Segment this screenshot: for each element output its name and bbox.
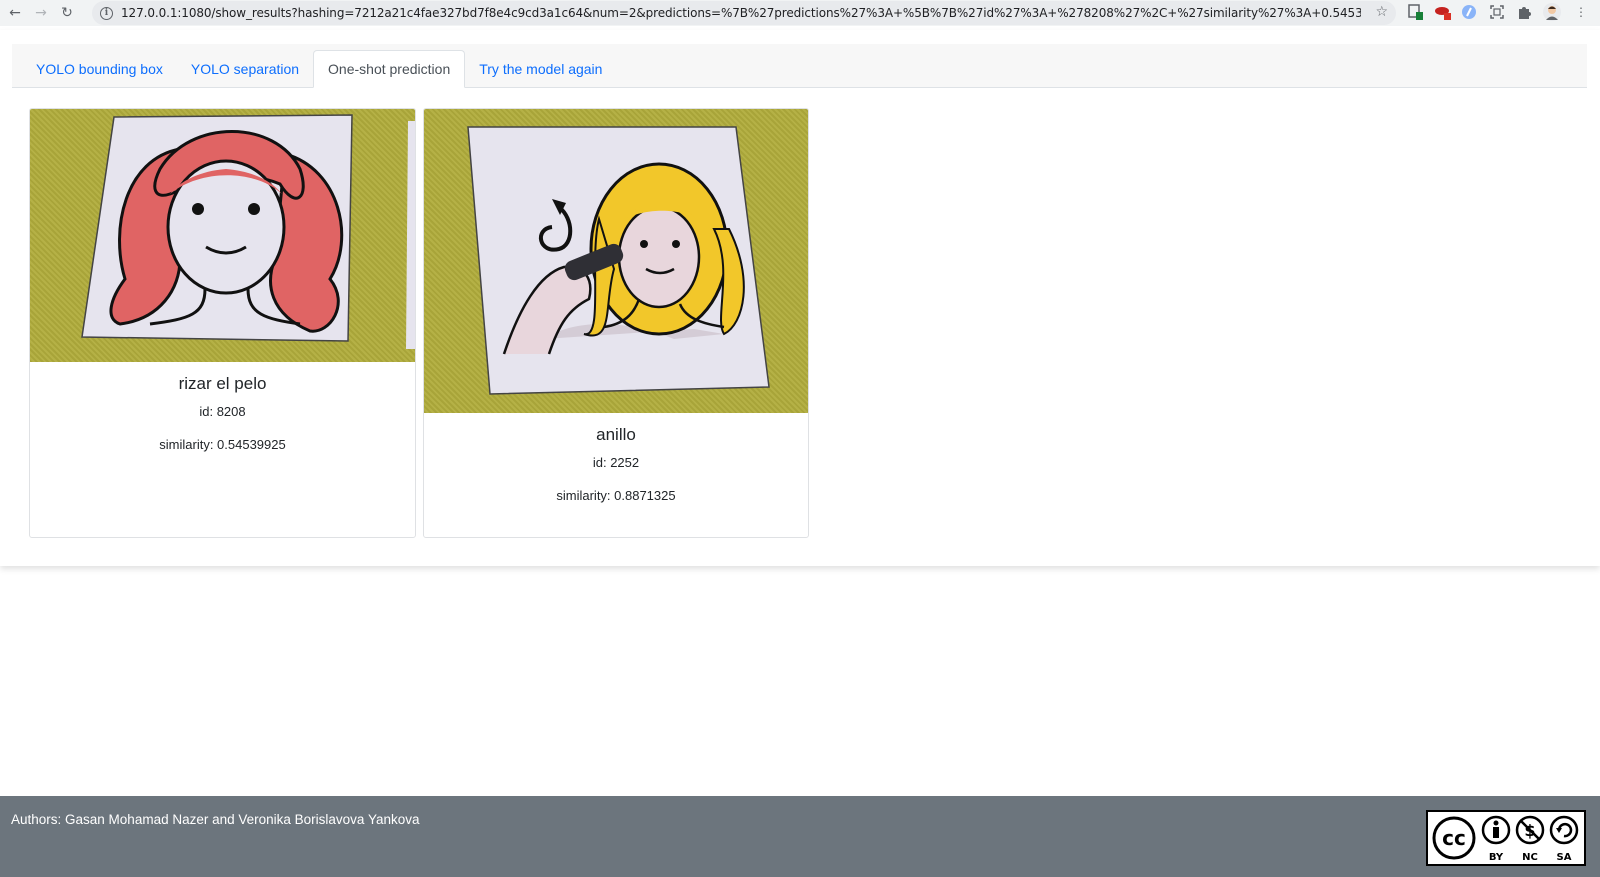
footer: Authors: Gasan Mohamad Nazer and Veronik…	[0, 796, 1600, 877]
authors-text: Authors: Gasan Mohamad Nazer and Veronik…	[11, 812, 420, 827]
url-text[interactable]: 127.0.0.1:1080/show_results?hashing=7212…	[121, 6, 1361, 20]
reload-icon[interactable]: ↻	[56, 2, 78, 24]
prediction-title: anillo	[596, 425, 636, 444]
extension-feather-icon[interactable]	[1460, 3, 1478, 21]
address-bar[interactable]: i 127.0.0.1:1080/show_results?hashing=72…	[92, 1, 1396, 25]
pictogram-image-curl-hair	[424, 109, 808, 413]
cc-icon: cc	[1442, 826, 1466, 850]
prediction-similarity: similarity: 0.8871325	[556, 488, 676, 503]
prediction-id: id: 2252	[592, 455, 640, 470]
tab-one-shot-prediction[interactable]: One-shot prediction	[313, 50, 466, 88]
prediction-title: rizar el pelo	[178, 374, 267, 393]
tab-yolo-bounding-box[interactable]: YOLO bounding box	[22, 50, 177, 87]
profile-avatar[interactable]	[1543, 3, 1561, 21]
card-body: anillo id: 2252 similarity: 0.8871325	[424, 425, 808, 503]
extensions-puzzle-icon[interactable]	[1515, 3, 1533, 21]
site-info-icon[interactable]: i	[100, 6, 113, 20]
browser-menu-icon[interactable]: ⋮	[1572, 3, 1590, 21]
license-sa-label: SA	[1557, 852, 1572, 863]
screenshot-icon[interactable]	[1488, 3, 1506, 21]
license-by-label: BY	[1489, 852, 1504, 863]
prediction-similarity: similarity: 0.54539925	[159, 437, 286, 452]
prediction-card: anillo id: 2252 similarity: 0.8871325	[423, 108, 809, 538]
bookmark-star-icon[interactable]: ☆	[1375, 4, 1388, 20]
forward-icon[interactable]: →	[30, 2, 52, 24]
card-body: rizar el pelo id: 8208 similarity: 0.545…	[30, 374, 415, 452]
prediction-id: id: 8208	[199, 404, 246, 419]
back-icon[interactable]: ←	[4, 2, 26, 24]
extension-blocker-icon[interactable]	[1434, 3, 1452, 21]
results-tabs: YOLO bounding box YOLO separation One-sh…	[12, 44, 1587, 88]
tab-yolo-separation[interactable]: YOLO separation	[177, 50, 313, 87]
pictogram-image-hair	[30, 109, 415, 362]
tab-try-model-again[interactable]: Try the model again	[465, 50, 616, 87]
extension-icon[interactable]	[1406, 3, 1424, 21]
license-nc-label: NC	[1522, 852, 1538, 863]
browser-toolbar: ← → ↻ i 127.0.0.1:1080/show_results?hash…	[0, 0, 1600, 26]
prediction-card: rizar el pelo id: 8208 similarity: 0.545…	[29, 108, 416, 538]
cc-license-badge[interactable]: cc $ BY NC SA	[1426, 810, 1586, 866]
